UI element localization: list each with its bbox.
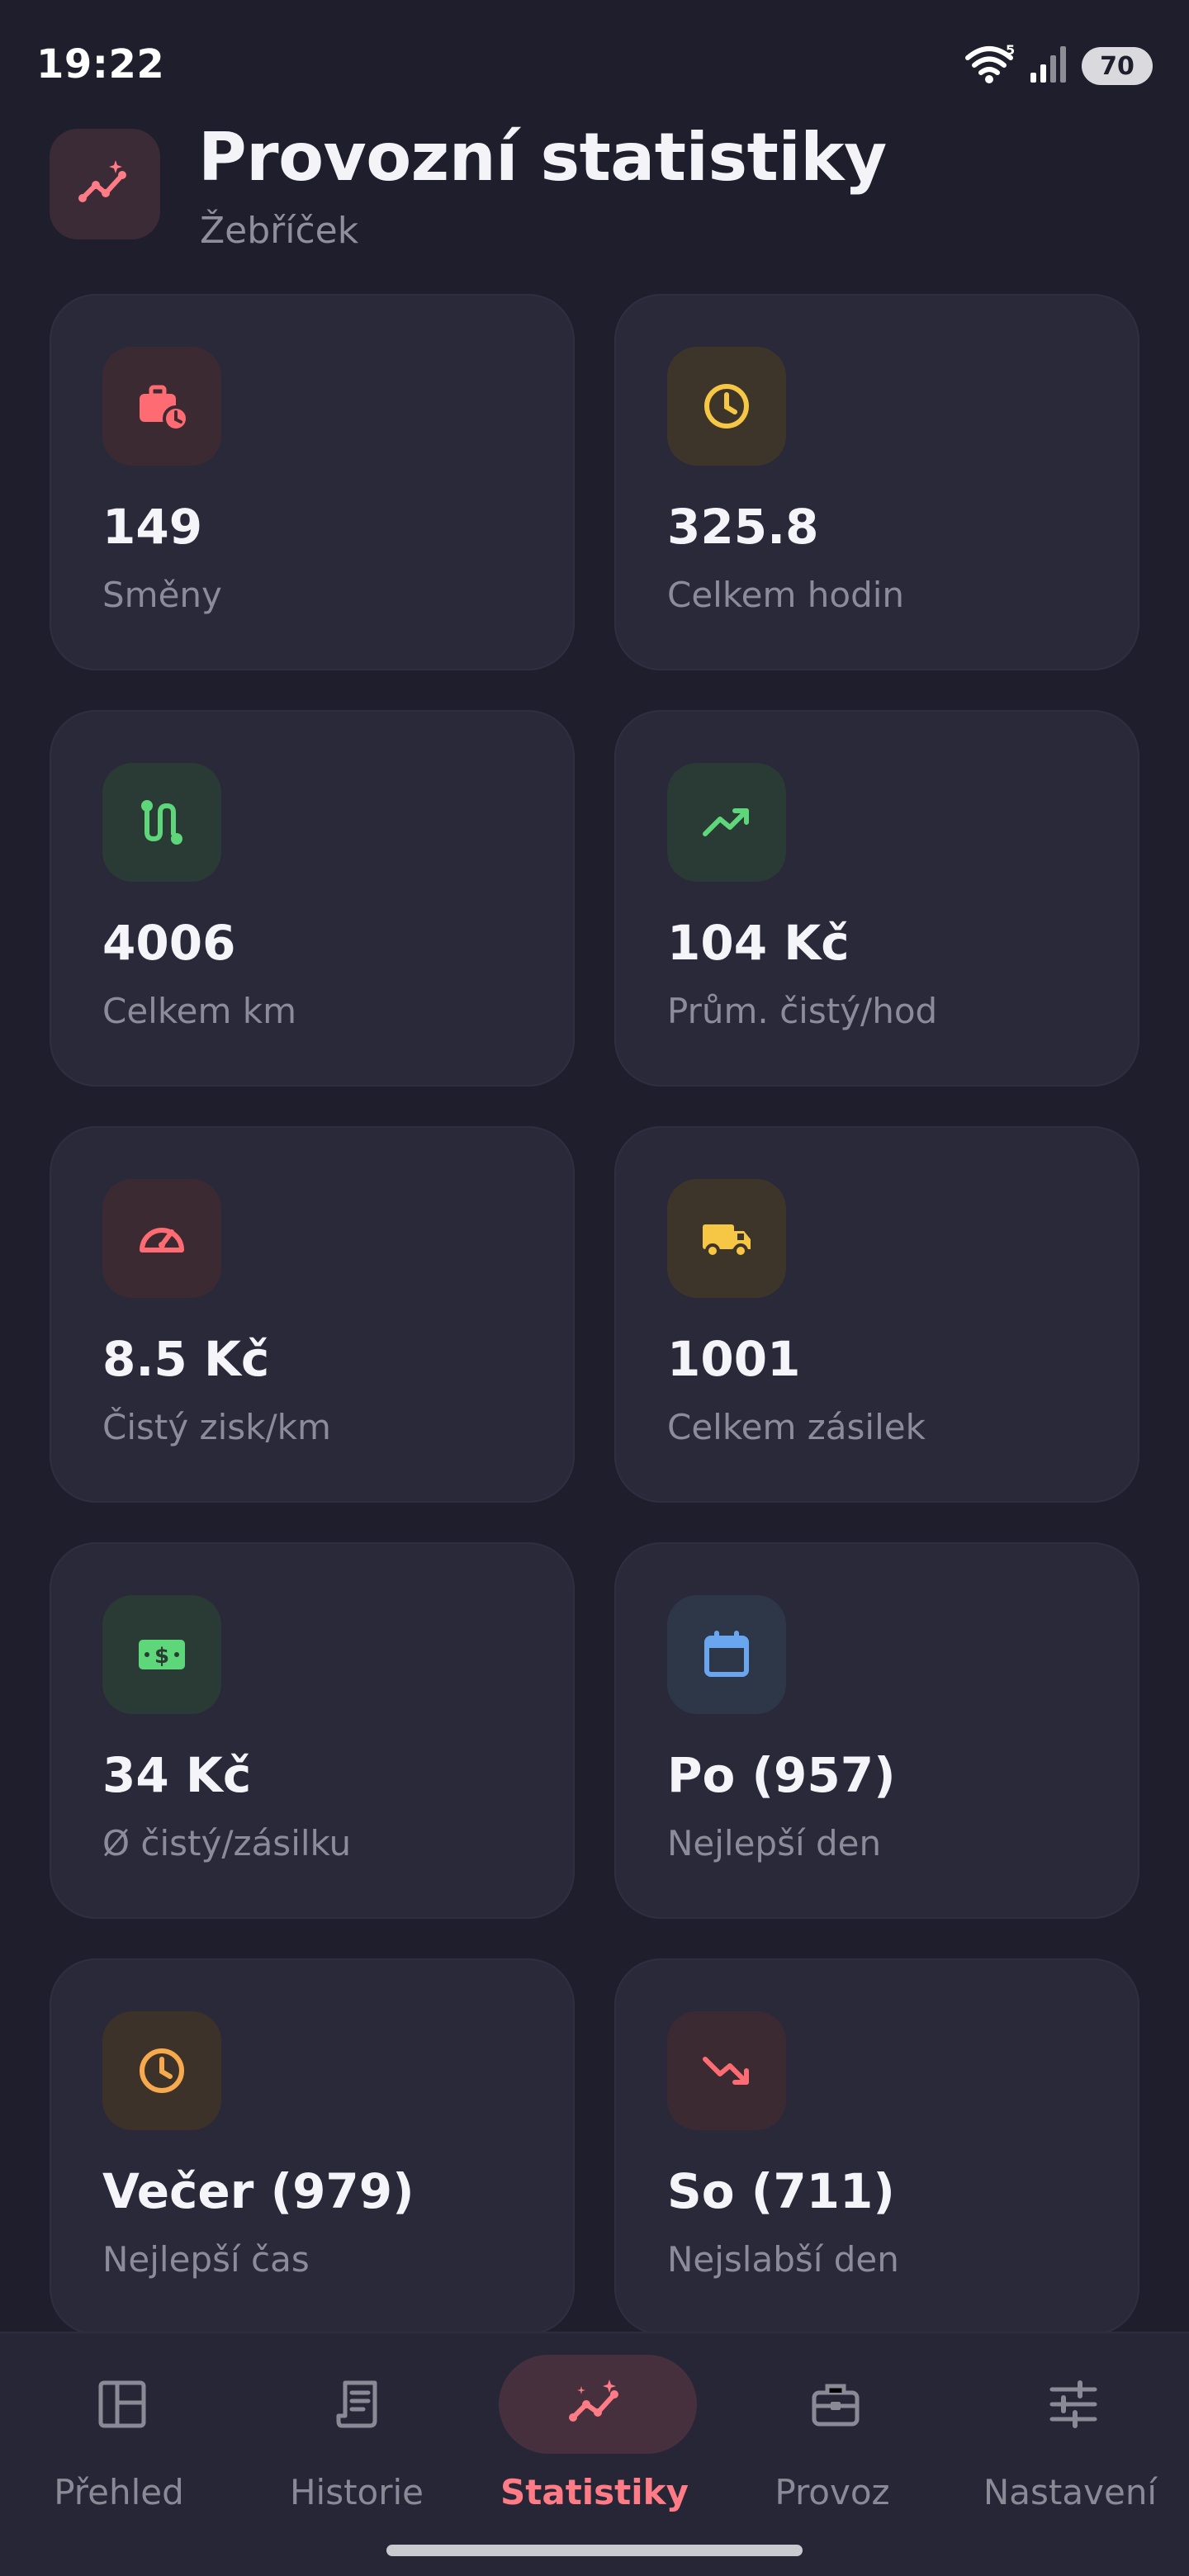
stat-label: Ø čistý/zásilku xyxy=(102,1823,352,1863)
stat-value: 4006 xyxy=(102,915,236,971)
stat-card-avg-net-per-delivery[interactable]: $ 34 Kč Ø čistý/zásilku xyxy=(50,1542,575,1919)
stat-label: Celkem hodin xyxy=(667,575,905,615)
home-indicator[interactable] xyxy=(386,2545,803,2556)
bottom-nav: Přehled Historie Statistiky Provoz Nasta… xyxy=(0,2332,1189,2576)
page-title: Provozní statistiky xyxy=(198,119,887,196)
nav-item-operations[interactable]: Provoz xyxy=(713,2333,951,2512)
stat-label: Směny xyxy=(102,575,222,615)
clock-icon xyxy=(102,2011,221,2130)
stat-card-avg-net-per-hour[interactable]: 104 Kč Prům. čistý/hod xyxy=(614,710,1139,1087)
speedometer-icon xyxy=(102,1179,221,1298)
stat-card-best-day[interactable]: Po (957) Nejlepší den xyxy=(614,1542,1139,1919)
stat-card-total-km[interactable]: 4006 Celkem km xyxy=(50,710,575,1087)
briefcase-clock-icon xyxy=(102,347,221,466)
sparkle-chart-icon xyxy=(499,2355,697,2454)
nav-item-overview[interactable]: Přehled xyxy=(0,2333,238,2512)
stat-value: 8.5 Kč xyxy=(102,1331,270,1387)
trending-down-icon xyxy=(667,2011,786,2130)
stat-card-net-per-km[interactable]: 8.5 Kč Čistý zisk/km xyxy=(50,1126,575,1503)
truck-icon xyxy=(667,1179,786,1298)
screen: 19:22 5 70 Provozní statistiky Žebříček … xyxy=(0,0,1189,2576)
stat-value: So (711) xyxy=(667,2163,895,2219)
signal-icon xyxy=(1029,45,1068,88)
stat-label: Čistý zisk/km xyxy=(102,1407,331,1447)
svg-text:$: $ xyxy=(154,1644,169,1669)
clock-icon xyxy=(667,347,786,466)
stat-card-total-deliveries[interactable]: 1001 Celkem zásilek xyxy=(614,1126,1139,1503)
stat-card-worst-day[interactable]: So (711) Nejslabší den xyxy=(614,1958,1139,2335)
stat-label: Nejlepší den xyxy=(667,1823,882,1863)
nav-item-history[interactable]: Historie xyxy=(238,2333,476,2512)
nav-item-statistics[interactable]: Statistiky xyxy=(476,2333,713,2512)
nav-label: Statistiky xyxy=(500,2472,689,2512)
status-icons: 5 70 xyxy=(964,42,1153,89)
nav-label: Nastavení xyxy=(983,2472,1158,2512)
page-subtitle: Žebříček xyxy=(200,210,359,252)
stat-value: 34 Kč xyxy=(102,1747,252,1803)
stat-label: Nejlepší čas xyxy=(102,2239,310,2280)
stat-label: Celkem zásilek xyxy=(667,1407,926,1447)
calendar-icon xyxy=(667,1595,786,1714)
stat-value: 104 Kč xyxy=(667,915,850,971)
status-bar: 19:22 5 70 xyxy=(0,0,1189,124)
trending-up-icon xyxy=(667,763,786,882)
stat-value: 1001 xyxy=(667,1331,801,1387)
wifi-icon: 5 xyxy=(964,42,1016,89)
sliders-icon xyxy=(974,2355,1172,2454)
dashboard-icon xyxy=(23,2355,221,2454)
stat-label: Nejslabší den xyxy=(667,2239,899,2280)
route-icon xyxy=(102,763,221,882)
stat-value: 325.8 xyxy=(667,499,819,555)
stat-label: Celkem km xyxy=(102,991,296,1031)
stat-value: 149 xyxy=(102,499,203,555)
stat-card-total-hours[interactable]: 325.8 Celkem hodin xyxy=(614,294,1139,670)
header-sparkle-chart-icon xyxy=(50,129,160,239)
svg-text:5: 5 xyxy=(1006,43,1015,58)
nav-item-settings[interactable]: Nastavení xyxy=(951,2333,1189,2512)
cash-icon: $ xyxy=(102,1595,221,1714)
nav-label: Přehled xyxy=(54,2472,184,2512)
nav-label: Provoz xyxy=(775,2472,890,2512)
stat-card-best-time[interactable]: Večer (979) Nejlepší čas xyxy=(50,1958,575,2335)
battery-indicator: 70 xyxy=(1082,47,1153,85)
receipt-icon xyxy=(261,2355,459,2454)
toolbox-icon xyxy=(737,2355,935,2454)
stat-value: Po (957) xyxy=(667,1747,896,1803)
status-time: 19:22 xyxy=(36,41,165,88)
stat-value: Večer (979) xyxy=(102,2163,414,2219)
nav-label: Historie xyxy=(289,2472,424,2512)
stat-card-shifts[interactable]: 149 Směny xyxy=(50,294,575,670)
stat-label: Prům. čistý/hod xyxy=(667,991,938,1031)
